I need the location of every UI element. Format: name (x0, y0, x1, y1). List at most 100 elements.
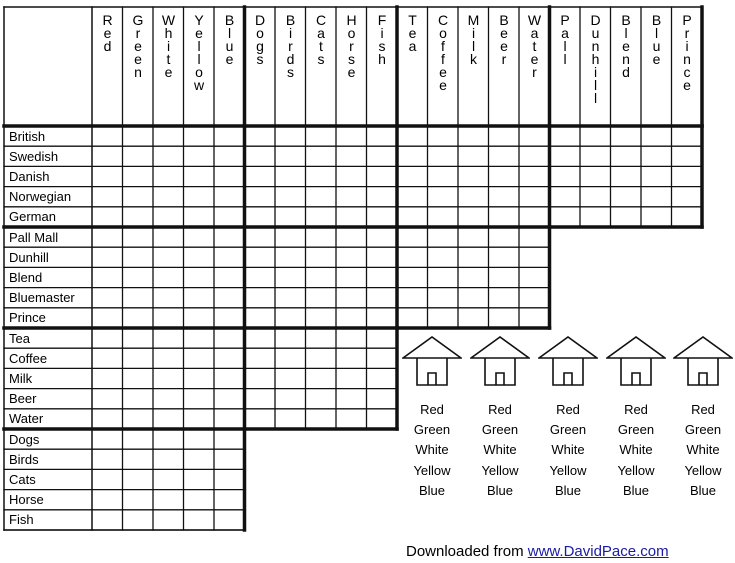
grid-cell[interactable] (124, 430, 153, 448)
grid-cell[interactable] (551, 147, 580, 165)
grid-cell[interactable] (185, 349, 214, 367)
grid-cell[interactable] (276, 228, 305, 246)
grid-cell[interactable] (459, 268, 488, 286)
grid-cell[interactable] (398, 127, 427, 145)
grid-cell[interactable] (124, 410, 153, 428)
grid-cell[interactable] (307, 228, 336, 246)
grid-cell[interactable] (337, 268, 366, 286)
grid-cell[interactable] (673, 167, 702, 185)
grid-cell[interactable] (246, 208, 275, 226)
grid-cell[interactable] (93, 470, 122, 488)
grid-cell[interactable] (215, 470, 244, 488)
grid-cell[interactable] (551, 188, 580, 206)
grid-cell[interactable] (368, 248, 397, 266)
grid-cell[interactable] (246, 349, 275, 367)
grid-cell[interactable] (307, 167, 336, 185)
color-option-blue[interactable]: Blue (397, 481, 467, 501)
color-option-red[interactable]: Red (533, 400, 603, 420)
grid-cell[interactable] (154, 349, 183, 367)
grid-cell[interactable] (429, 208, 458, 226)
grid-cell[interactable] (368, 289, 397, 307)
grid-cell[interactable] (276, 268, 305, 286)
grid-cell[interactable] (276, 390, 305, 408)
color-option-red[interactable]: Red (465, 400, 535, 420)
grid-cell[interactable] (368, 147, 397, 165)
grid-cell[interactable] (307, 329, 336, 347)
grid-cell[interactable] (581, 147, 610, 165)
grid-cell[interactable] (124, 329, 153, 347)
grid-cell[interactable] (154, 289, 183, 307)
grid-cell[interactable] (337, 349, 366, 367)
grid-cell[interactable] (551, 127, 580, 145)
grid-cell[interactable] (337, 228, 366, 246)
grid-cell[interactable] (337, 167, 366, 185)
grid-cell[interactable] (673, 127, 702, 145)
color-option-blue[interactable]: Blue (601, 481, 671, 501)
grid-cell[interactable] (429, 228, 458, 246)
grid-cell[interactable] (276, 147, 305, 165)
grid-cell[interactable] (490, 309, 519, 327)
grid-cell[interactable] (246, 268, 275, 286)
grid-cell[interactable] (398, 188, 427, 206)
grid-cell[interactable] (215, 430, 244, 448)
grid-cell[interactable] (246, 369, 275, 387)
grid-cell[interactable] (459, 208, 488, 226)
grid-cell[interactable] (337, 188, 366, 206)
grid-cell[interactable] (337, 289, 366, 307)
color-option-blue[interactable]: Blue (668, 481, 735, 501)
grid-cell[interactable] (429, 147, 458, 165)
grid-cell[interactable] (93, 248, 122, 266)
grid-cell[interactable] (246, 289, 275, 307)
grid-cell[interactable] (215, 127, 244, 145)
grid-cell[interactable] (215, 228, 244, 246)
color-option-white[interactable]: White (668, 440, 735, 460)
grid-cell[interactable] (520, 188, 549, 206)
grid-cell[interactable] (246, 228, 275, 246)
grid-cell[interactable] (429, 268, 458, 286)
color-option-green[interactable]: Green (397, 420, 467, 440)
grid-cell[interactable] (124, 167, 153, 185)
grid-cell[interactable] (246, 248, 275, 266)
grid-cell[interactable] (429, 248, 458, 266)
grid-cell[interactable] (398, 167, 427, 185)
grid-cell[interactable] (185, 511, 214, 529)
grid-cell[interactable] (520, 289, 549, 307)
footer-link[interactable]: www.DavidPace.com (528, 543, 669, 560)
grid-cell[interactable] (185, 491, 214, 509)
grid-cell[interactable] (276, 369, 305, 387)
grid-cell[interactable] (215, 147, 244, 165)
grid-cell[interactable] (124, 511, 153, 529)
grid-cell[interactable] (337, 390, 366, 408)
grid-cell[interactable] (154, 147, 183, 165)
grid-cell[interactable] (124, 369, 153, 387)
grid-cell[interactable] (154, 410, 183, 428)
grid-cell[interactable] (337, 369, 366, 387)
color-option-red[interactable]: Red (397, 400, 467, 420)
grid-cell[interactable] (154, 228, 183, 246)
grid-cell[interactable] (185, 268, 214, 286)
grid-cell[interactable] (185, 289, 214, 307)
color-option-yellow[interactable]: Yellow (397, 461, 467, 481)
grid-cell[interactable] (93, 127, 122, 145)
grid-cell[interactable] (215, 390, 244, 408)
grid-cell[interactable] (124, 127, 153, 145)
grid-cell[interactable] (276, 410, 305, 428)
grid-cell[interactable] (398, 147, 427, 165)
grid-cell[interactable] (93, 349, 122, 367)
grid-cell[interactable] (551, 167, 580, 185)
grid-cell[interactable] (459, 167, 488, 185)
grid-cell[interactable] (337, 329, 366, 347)
grid-cell[interactable] (124, 248, 153, 266)
grid-cell[interactable] (520, 208, 549, 226)
color-option-white[interactable]: White (533, 440, 603, 460)
grid-cell[interactable] (368, 167, 397, 185)
grid-cell[interactable] (93, 369, 122, 387)
grid-cell[interactable] (490, 289, 519, 307)
grid-cell[interactable] (429, 188, 458, 206)
color-option-green[interactable]: Green (601, 420, 671, 440)
grid-cell[interactable] (337, 147, 366, 165)
grid-cell[interactable] (154, 167, 183, 185)
grid-cell[interactable] (215, 349, 244, 367)
grid-cell[interactable] (185, 228, 214, 246)
grid-cell[interactable] (642, 167, 671, 185)
